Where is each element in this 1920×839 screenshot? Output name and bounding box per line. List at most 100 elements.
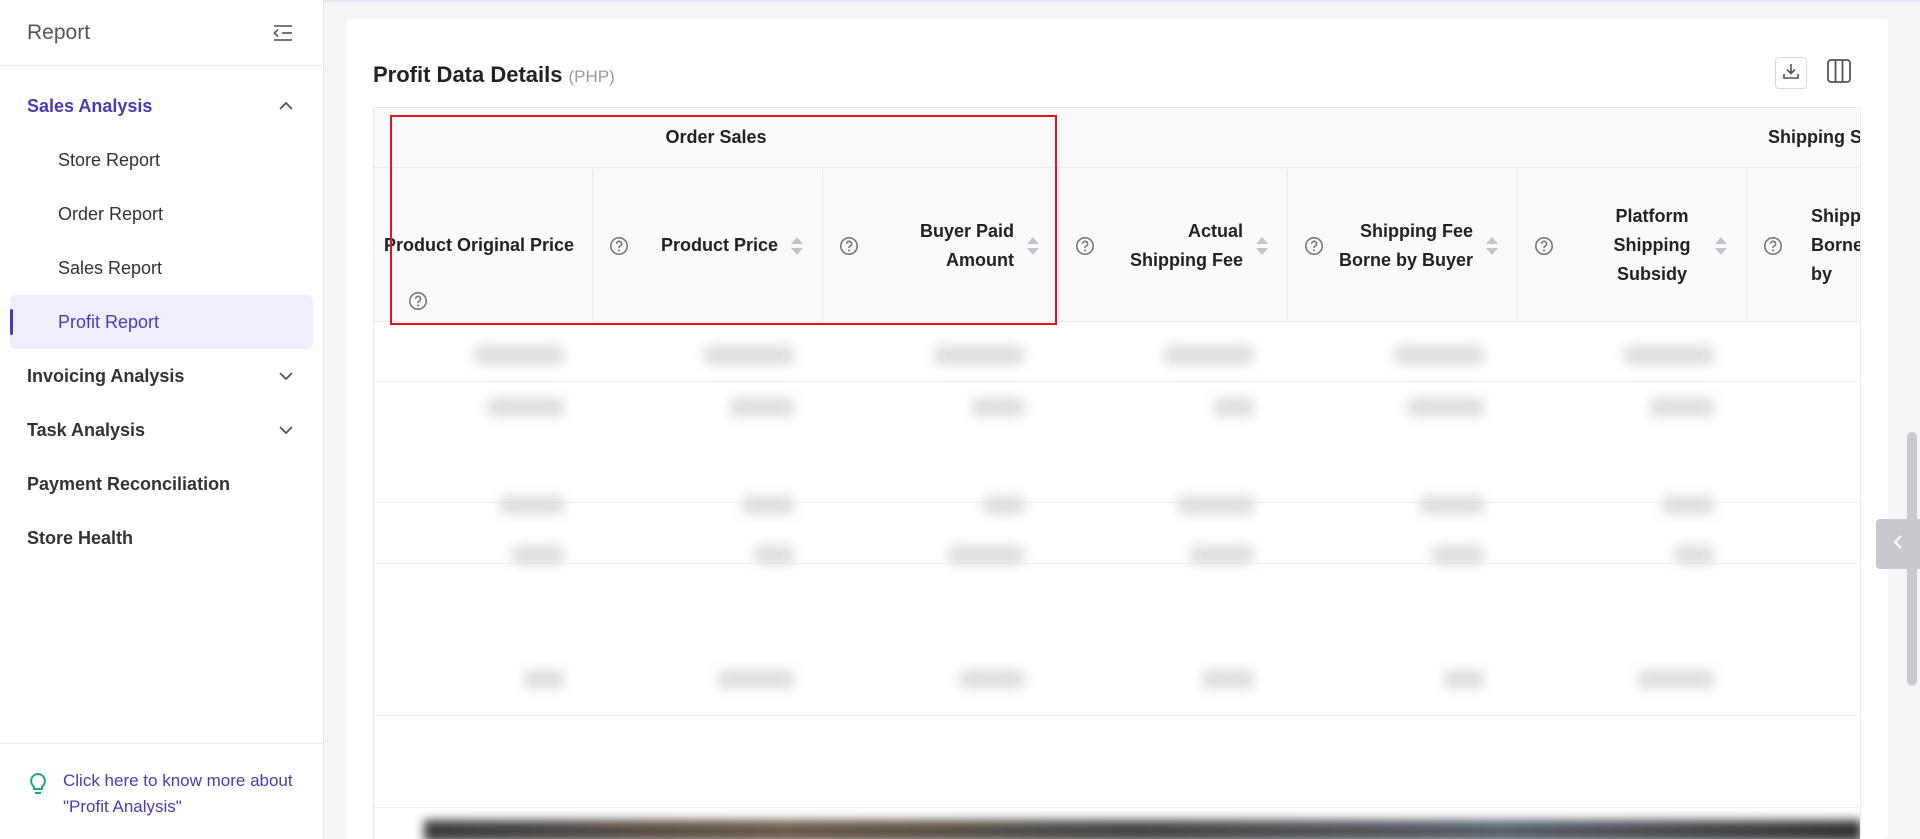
currency-label: (PHP) bbox=[568, 67, 615, 86]
profit-data-table: Order Sales Shipping S Product Original … bbox=[373, 107, 1861, 839]
blurred-cell bbox=[1408, 398, 1484, 416]
lightbulb-icon bbox=[27, 771, 49, 797]
table-row bbox=[374, 503, 1860, 564]
sidebar-header: Report bbox=[0, 0, 323, 66]
help-circle-icon[interactable] bbox=[1763, 236, 1783, 256]
table-body-blurred bbox=[374, 322, 1860, 839]
column-label: Product Price bbox=[660, 235, 778, 255]
nav-item-sales-report[interactable]: Sales Report bbox=[10, 241, 313, 295]
blurred-cell bbox=[1674, 546, 1714, 564]
sidebar-title: Report bbox=[27, 20, 91, 44]
blurred-cell bbox=[972, 398, 1024, 416]
blurred-cell bbox=[1638, 670, 1714, 688]
nav-group-label: Invoicing Analysis bbox=[27, 365, 185, 386]
column-header-platform-shipping-subsidy[interactable]: Platform Shipping Subsidy bbox=[1517, 169, 1746, 322]
blurred-content-strip bbox=[424, 820, 1860, 839]
chevron-down-icon bbox=[277, 421, 295, 439]
blurred-cell bbox=[524, 670, 564, 688]
table-row bbox=[374, 382, 1860, 503]
blurred-cell bbox=[1164, 346, 1254, 364]
nav-group-payment-reconciliation[interactable]: Payment Reconciliation bbox=[0, 457, 323, 511]
help-circle-icon[interactable] bbox=[839, 236, 859, 256]
blurred-cell bbox=[754, 546, 794, 564]
help-circle-icon[interactable] bbox=[408, 291, 428, 311]
nav-group-task-analysis[interactable]: Task Analysis bbox=[0, 403, 323, 457]
blurred-cell bbox=[512, 546, 564, 564]
column-header-product-original-price[interactable]: Product Original Price bbox=[374, 169, 592, 322]
column-label: Buyer Paid Amount bbox=[919, 220, 1014, 270]
blurred-cell bbox=[730, 398, 794, 416]
blurred-cell bbox=[948, 546, 1024, 564]
blurred-cell bbox=[934, 346, 1024, 364]
column-header-shipping-fee-borne-by-buyer[interactable]: Shipping Fee Borne by Buyer bbox=[1287, 169, 1517, 322]
column-header-buyer-paid-amount[interactable]: Buyer Paid Amount bbox=[822, 169, 1058, 322]
blurred-cell bbox=[1214, 398, 1254, 416]
nav-group-sales-analysis[interactable]: Sales Analysis bbox=[0, 79, 323, 133]
blurred-cell bbox=[1650, 398, 1714, 416]
blurred-cell bbox=[488, 398, 564, 416]
blurred-cell bbox=[1444, 670, 1484, 688]
nav-group-label: Store Health bbox=[27, 527, 134, 548]
help-circle-icon[interactable] bbox=[609, 236, 629, 256]
nav-group-store-health[interactable]: Store Health bbox=[0, 511, 323, 565]
blurred-cell bbox=[984, 496, 1024, 514]
side-panel-toggle[interactable] bbox=[1876, 519, 1920, 569]
card-title: Profit Data Details (PHP) bbox=[373, 62, 615, 88]
sort-icon[interactable] bbox=[1026, 234, 1040, 258]
nav-group-label: Payment Reconciliation bbox=[27, 473, 231, 494]
nav-group-invoicing-analysis[interactable]: Invoicing Analysis bbox=[0, 349, 323, 403]
nav-item-store-report[interactable]: Store Report bbox=[10, 133, 313, 187]
download-button[interactable] bbox=[1775, 57, 1807, 89]
group-header-order-sales: Order Sales bbox=[374, 108, 1058, 168]
collapse-sidebar-icon[interactable] bbox=[271, 21, 295, 45]
chevron-up-icon bbox=[277, 97, 295, 115]
blurred-cell bbox=[1202, 670, 1254, 688]
sidebar-footer: Click here to know more about "Profit An… bbox=[0, 743, 324, 839]
sort-icon[interactable] bbox=[1485, 234, 1499, 258]
column-label: Shipping Fee Borne by Buyer bbox=[1338, 220, 1473, 270]
column-label: Actual Shipping Fee bbox=[1129, 220, 1243, 270]
profit-analysis-help-link[interactable]: Click here to know more about "Profit An… bbox=[63, 768, 304, 820]
blurred-cell bbox=[1394, 346, 1484, 364]
table-row bbox=[374, 564, 1860, 716]
nav-group-label: Sales Analysis bbox=[27, 95, 153, 116]
top-divider bbox=[324, 0, 1920, 2]
blurred-cell bbox=[1420, 496, 1484, 514]
help-circle-icon[interactable] bbox=[1075, 236, 1095, 256]
column-label: Product Original Price bbox=[383, 235, 574, 255]
help-circle-icon[interactable] bbox=[1304, 236, 1324, 256]
blurred-cell bbox=[960, 670, 1024, 688]
nav-item-order-report[interactable]: Order Report bbox=[10, 187, 313, 241]
blurred-cell bbox=[704, 346, 794, 364]
blurred-cell bbox=[474, 346, 564, 364]
download-icon bbox=[1782, 62, 1800, 85]
blurred-cell bbox=[1190, 546, 1254, 564]
sort-icon[interactable] bbox=[1255, 234, 1269, 258]
help-circle-icon[interactable] bbox=[1534, 236, 1554, 256]
sidebar-nav: Sales Analysis Store Report Order Report… bbox=[0, 66, 323, 565]
sort-icon[interactable] bbox=[1714, 234, 1728, 258]
column-header-shipping-borne-by[interactable]: Shippi Borne by bbox=[1746, 169, 1861, 322]
sidebar: Report Sales Analysis Store Report Order… bbox=[0, 0, 324, 839]
blurred-cell bbox=[500, 496, 564, 514]
page-title: Profit Data Details bbox=[373, 62, 563, 87]
column-settings-button[interactable] bbox=[1823, 57, 1855, 89]
nav-item-profit-report[interactable]: Profit Report bbox=[10, 295, 313, 349]
chevron-down-icon bbox=[277, 367, 295, 385]
column-label: Shippi Borne by bbox=[1811, 206, 1861, 284]
blurred-cell bbox=[1662, 496, 1714, 514]
column-label: Platform Shipping Subsidy bbox=[1613, 206, 1691, 284]
blurred-cell bbox=[1432, 546, 1484, 564]
nav-group-label: Task Analysis bbox=[27, 419, 146, 440]
sort-icon[interactable] bbox=[790, 234, 804, 258]
columns-icon bbox=[1826, 58, 1852, 89]
table-header: Order Sales Shipping S Product Original … bbox=[374, 108, 1861, 322]
blurred-cell bbox=[718, 670, 794, 688]
blurred-cell bbox=[742, 496, 794, 514]
profit-data-card: Profit Data Details (PHP) Order Sales Shi… bbox=[346, 19, 1888, 839]
chevron-left-icon bbox=[1892, 533, 1904, 556]
group-header-shipping: Shipping S bbox=[1058, 108, 1860, 168]
column-header-actual-shipping-fee[interactable]: Actual Shipping Fee bbox=[1058, 169, 1287, 322]
column-header-product-price[interactable]: Product Price bbox=[592, 169, 822, 322]
blurred-cell bbox=[1178, 496, 1254, 514]
